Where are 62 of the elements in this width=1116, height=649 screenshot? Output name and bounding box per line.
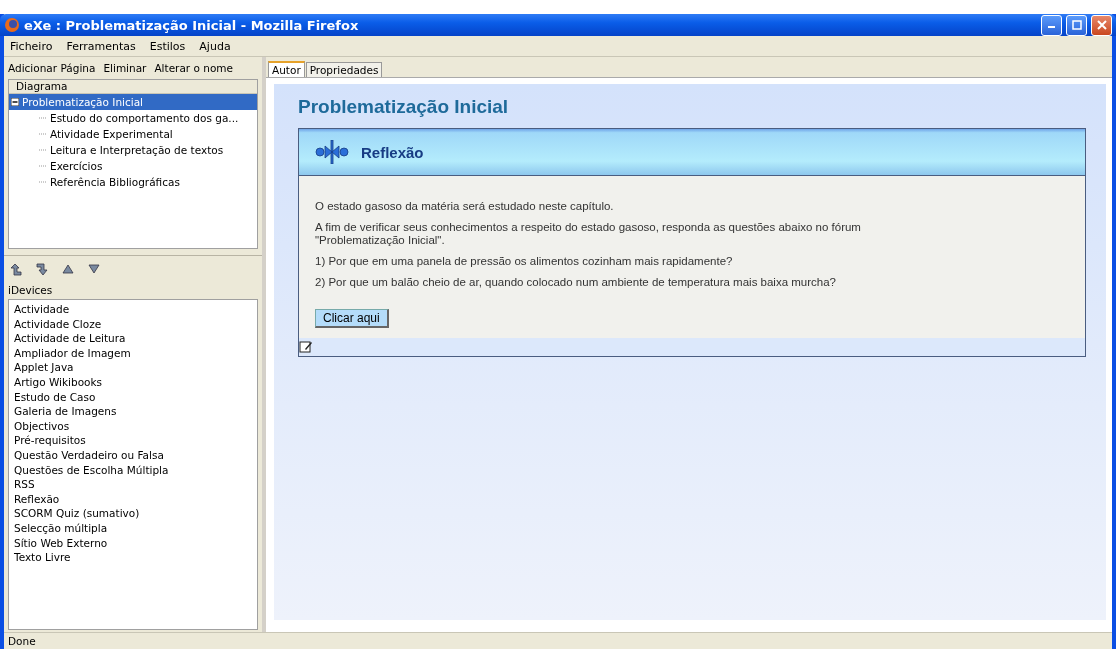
close-button[interactable] — [1091, 14, 1112, 36]
tree-line-icon — [39, 146, 47, 154]
status-text: Done — [8, 635, 36, 647]
tree-item[interactable]: Estudo do comportamento dos ga... — [9, 110, 257, 126]
browser-logo-icon — [4, 17, 20, 33]
idevice-title: Reflexão — [361, 143, 424, 161]
paragraph: 1) Por que em uma panela de pressão os alimentos cozinham mais rapidamente? — [315, 255, 734, 268]
maximize-button[interactable] — [1066, 14, 1087, 36]
idevice-item[interactable]: Questões de Escolha Múltipla — [14, 462, 252, 478]
page-title: Problematização Inicial — [298, 96, 510, 118]
paragraph: A fim de verificar seus conhecimentos a respeito do estado gasoso, responda as questões abaixo no fórum "Problematização Inicial". — [315, 221, 862, 247]
tab[interactable]: Autor — [268, 61, 305, 77]
menu-item[interactable]: Ficheiro — [10, 39, 53, 53]
up-arrow-icon[interactable] — [62, 264, 74, 274]
idevice-item[interactable]: Reflexão — [14, 491, 252, 507]
menu-item[interactable]: Ajuda — [199, 39, 231, 53]
idevice-item[interactable]: Galeria de Imagens — [14, 404, 252, 419]
idevice-item[interactable]: Pré-requisitos — [14, 433, 252, 448]
down-arrow-icon[interactable] — [88, 264, 100, 274]
idevice-item[interactable]: Sítio Web Externo — [14, 535, 252, 551]
tree-line-icon — [39, 130, 47, 138]
idevices-heading: iDevices — [7, 283, 54, 298]
close-icon — [1096, 20, 1107, 30]
toolbar-button[interactable]: Adicionar Página — [8, 62, 96, 74]
idevice-item[interactable]: Actividade de Leitura — [14, 331, 252, 346]
minimize-button[interactable] — [1041, 14, 1062, 36]
idevice-item[interactable]: Actividade — [14, 302, 252, 317]
idevice-item[interactable]: SCORM Quiz (sumativo) — [14, 506, 252, 521]
promote-icon[interactable] — [10, 262, 22, 276]
tree-item[interactable]: Atividade Experimental — [9, 126, 257, 142]
tree-line-icon — [39, 162, 47, 170]
tree-item[interactable]: Exercícios — [9, 158, 257, 174]
toolbar-button[interactable]: Eliminar — [103, 62, 147, 74]
maximize-icon — [1071, 20, 1082, 30]
idevice-item[interactable]: Estudo de Caso — [14, 389, 252, 405]
idevice-item[interactable]: Texto Livre — [14, 550, 252, 565]
reflection-icon — [315, 140, 349, 164]
menu-item[interactable]: Ferramentas — [66, 39, 136, 53]
toolbar-button[interactable]: Alterar o nome — [154, 62, 234, 74]
idevice-item[interactable]: Objectivos — [14, 418, 252, 434]
idevice-item[interactable]: RSS — [14, 477, 252, 492]
idevice-item[interactable]: Questão Verdadeiro ou Falsa — [14, 447, 252, 463]
idevice-item[interactable]: Applet Java — [14, 360, 252, 375]
paragraph: 2) Por que um balão cheio de ar, quando colocado num ambiente de temperatura mais baixa murcha? — [315, 276, 837, 289]
tree-item[interactable]: Referência Bibliográficas — [9, 174, 257, 190]
idevice-item[interactable]: Ampliador de Imagem — [14, 345, 252, 361]
tree-item[interactable]: Leitura e Interpretação de textos — [9, 142, 257, 158]
tree-heading: Diagrama — [9, 80, 257, 94]
paragraph: O estado gasoso da matéria será estudado neste capítulo. — [315, 200, 615, 213]
menu-item[interactable]: Estilos — [149, 39, 186, 53]
edit-icon[interactable] — [299, 340, 313, 354]
tab[interactable]: Propriedades — [305, 62, 383, 77]
collapse-icon[interactable] — [11, 98, 19, 106]
idevice-item[interactable]: Artigo Wikibooks — [14, 374, 252, 390]
click-here-button[interactable]: Clicar aqui — [315, 309, 389, 328]
tree-line-icon — [39, 178, 47, 186]
demote-icon[interactable] — [36, 262, 48, 276]
idevice-item[interactable]: Actividade Cloze — [14, 316, 252, 332]
idevice-item[interactable]: Selecção múltipla — [14, 520, 252, 536]
window-title: eXe : Problematização Inicial - Mozilla Firefox — [24, 17, 360, 33]
tree-item[interactable]: Problematização Inicial — [9, 94, 257, 110]
tree-line-icon — [39, 114, 47, 122]
